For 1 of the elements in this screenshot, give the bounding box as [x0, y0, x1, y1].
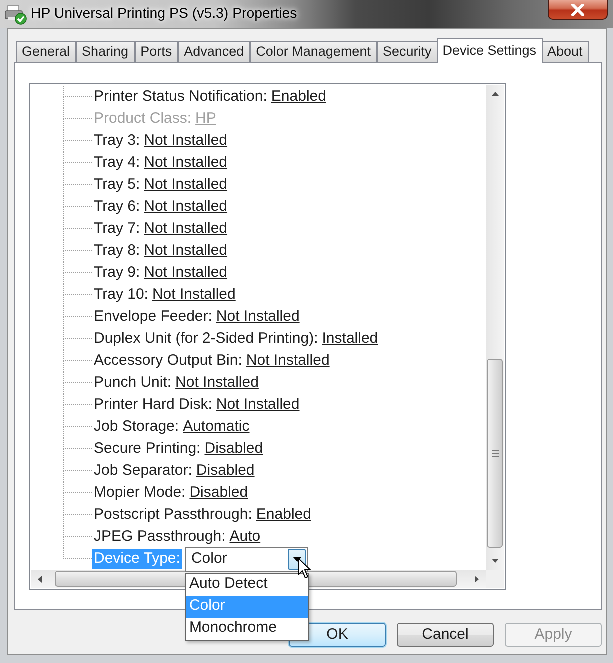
- window-title: HP Universal Printing PS (v5.3) Properties: [31, 5, 298, 24]
